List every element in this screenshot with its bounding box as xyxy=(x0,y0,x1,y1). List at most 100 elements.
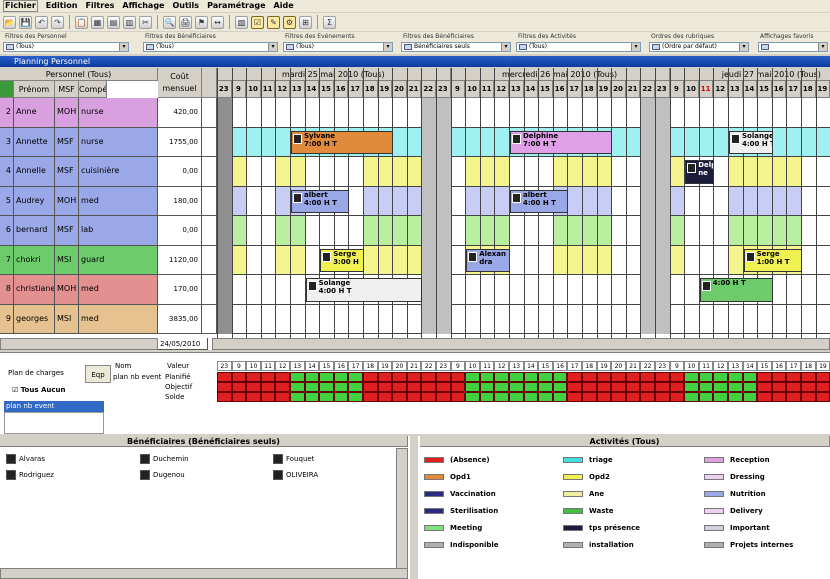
toolbar-button-icon[interactable]: 💾 xyxy=(19,15,32,29)
toolbar-button-icon[interactable]: ✂ xyxy=(139,15,152,29)
personnel-name[interactable]: christiane xyxy=(14,275,55,305)
filter-select[interactable]: Bénéficiaires seuls ▾ xyxy=(401,42,511,52)
chevron-down-icon[interactable]: ▾ xyxy=(268,43,277,51)
chevron-down-icon[interactable]: ▾ xyxy=(631,43,640,51)
hour-header: 13 xyxy=(509,81,524,98)
summary-cell xyxy=(552,372,568,382)
menu-item-affichage[interactable]: Affichage xyxy=(122,0,164,12)
scroll-arrow-icon[interactable] xyxy=(202,68,217,98)
activity-legend-item[interactable]: Reception xyxy=(704,456,770,464)
toolbar-button-icon[interactable]: ▦ xyxy=(91,15,104,29)
activity-legend-item[interactable]: Nutrition xyxy=(704,490,766,498)
tab-eqp[interactable]: Eqp xyxy=(85,365,111,383)
menu-item-paramétrage[interactable]: Paramétrage xyxy=(207,0,265,12)
event-block[interactable]: 4:00 H T xyxy=(699,278,773,302)
event-block[interactable]: Delphine xyxy=(685,160,715,184)
column-header-prénom[interactable]: Prénom xyxy=(14,81,55,98)
chevron-down-icon[interactable]: ▾ xyxy=(383,43,392,51)
event-block[interactable]: Solange 4:00 H T xyxy=(729,130,773,154)
personnel-name[interactable]: bernard xyxy=(14,216,55,246)
beneficiary-item[interactable]: Alvaras xyxy=(6,454,45,464)
toolbar-button-icon[interactable]: ▥ xyxy=(123,15,136,29)
horizontal-scrollbar[interactable] xyxy=(0,338,158,350)
chevron-down-icon[interactable]: ▾ xyxy=(818,43,827,51)
activity-legend-item[interactable]: Sterilisation xyxy=(424,507,498,515)
beneficiary-item[interactable]: OLIVEIRA xyxy=(273,470,318,480)
toolbar-button-icon[interactable]: 🔍 xyxy=(163,15,176,29)
column-header-compétences[interactable]: Compétences xyxy=(79,81,107,98)
activity-legend-item[interactable]: triage xyxy=(563,456,613,464)
event-block[interactable]: Solange 4:00 H T xyxy=(305,278,423,302)
beneficiary-item[interactable]: Fouquet xyxy=(273,454,314,464)
horizontal-scrollbar-timeline[interactable] xyxy=(212,338,830,350)
toolbar-button-icon[interactable]: ⚙ xyxy=(283,15,296,29)
filter-select[interactable]: ▾ xyxy=(758,42,828,52)
toolbar-button-icon[interactable]: 📂 xyxy=(3,15,16,29)
personnel-name[interactable]: Annette xyxy=(14,127,55,157)
beneficiary-item[interactable]: Duchemin xyxy=(140,454,189,464)
activity-legend-item[interactable]: Important xyxy=(704,524,770,532)
chevron-down-icon[interactable]: ▾ xyxy=(739,43,748,51)
event-block[interactable]: albert 4:00 H T xyxy=(510,189,569,213)
toolbar-button-icon[interactable]: ↔ xyxy=(211,15,224,29)
filter-select[interactable]: (Tous) ▾ xyxy=(3,42,129,52)
activity-legend-item[interactable]: Projets internes xyxy=(704,541,793,549)
activity-legend-item[interactable]: Opd2 xyxy=(563,473,610,481)
personnel-name[interactable]: Anne xyxy=(14,98,55,128)
toolbar-button-icon[interactable]: ↷ xyxy=(51,15,64,29)
toolbar-button-icon[interactable]: ⊞ xyxy=(299,15,312,29)
activity-legend-item[interactable]: Ane xyxy=(563,490,604,498)
toolbar-button-icon[interactable]: 📋 xyxy=(75,15,88,29)
menu-item-filtres[interactable]: Filtres xyxy=(85,0,114,12)
chevron-down-icon[interactable]: ▾ xyxy=(119,43,128,51)
toolbar-button-icon[interactable]: ✎ xyxy=(267,15,280,29)
toolbar-button-icon[interactable]: ☑ xyxy=(251,15,264,29)
personnel-name[interactable]: georges xyxy=(14,304,55,334)
toolbar-button-icon[interactable]: ↶ xyxy=(35,15,48,29)
activity-legend-item[interactable]: (Absence) xyxy=(424,456,490,464)
filter-select[interactable]: (Tous) ▾ xyxy=(516,42,641,52)
vertical-scrollbar[interactable] xyxy=(396,448,408,579)
filter-select[interactable]: (Tous) ▾ xyxy=(143,42,278,52)
activity-legend-item[interactable]: Dressing xyxy=(704,473,765,481)
toolbar-button-icon[interactable]: Σ xyxy=(323,15,336,29)
filter-select[interactable]: (Tous) ▾ xyxy=(283,42,393,52)
toolbar-button-icon[interactable]: ⚑ xyxy=(195,15,208,29)
activity-legend-item[interactable]: Vaccination xyxy=(424,490,496,498)
event-block[interactable]: Delphine 7:00 H T xyxy=(510,130,613,154)
chevron-down-icon[interactable]: ▾ xyxy=(501,43,510,51)
event-block[interactable]: Serge 1:00 H T xyxy=(743,248,802,272)
panel-splitter[interactable] xyxy=(410,436,418,579)
personnel-name[interactable]: Audrey xyxy=(14,186,55,216)
menu-item-fichier[interactable]: Fichier xyxy=(3,0,38,12)
activity-legend-item[interactable]: Waste xyxy=(563,507,613,515)
activity-legend-item[interactable]: Opd1 xyxy=(424,473,471,481)
event-block[interactable]: Serge 3:00 H xyxy=(320,248,364,272)
filter-select[interactable]: (Ordre par défaut) ▾ xyxy=(649,42,749,52)
beneficiary-item[interactable]: Rodriguez xyxy=(6,470,54,480)
column-header-msf[interactable]: MSF xyxy=(55,81,79,98)
toolbar-button-icon[interactable]: 🖨 xyxy=(179,15,192,29)
menu-item-edition[interactable]: Edition xyxy=(46,0,78,12)
toolbar-button-icon[interactable]: ▧ xyxy=(235,15,248,29)
summary-cell xyxy=(655,382,670,392)
activity-legend-item[interactable]: installation xyxy=(563,541,634,549)
plan-list-item[interactable]: plan nb event xyxy=(4,401,104,412)
menu-item-aide[interactable]: Aide xyxy=(274,0,294,12)
grid-line xyxy=(611,68,613,350)
event-block[interactable]: Sylvane 7:00 H T xyxy=(291,130,394,154)
activity-legend-item[interactable]: Meeting xyxy=(424,524,482,532)
bottom-scrollbar[interactable] xyxy=(0,568,408,579)
activity-legend-item[interactable]: tps présence xyxy=(563,524,640,532)
event-block[interactable]: albert 4:00 H T xyxy=(291,189,350,213)
date-field[interactable]: 24/05/2010 xyxy=(158,338,208,350)
toolbar-button-icon[interactable]: ▤ xyxy=(107,15,120,29)
personnel-name[interactable]: chokri xyxy=(14,245,55,275)
activity-legend-item[interactable]: Indisponible xyxy=(424,541,499,549)
event-block[interactable]: Alexan dra xyxy=(466,248,510,272)
beneficiary-item[interactable]: Dugenou xyxy=(140,470,185,480)
activity-legend-item[interactable]: Delivery xyxy=(704,507,763,515)
check-all[interactable]: ☑ Tous Aucun xyxy=(12,386,65,394)
menu-item-outils[interactable]: Outils xyxy=(172,0,199,12)
personnel-name[interactable]: Annelle xyxy=(14,157,55,187)
